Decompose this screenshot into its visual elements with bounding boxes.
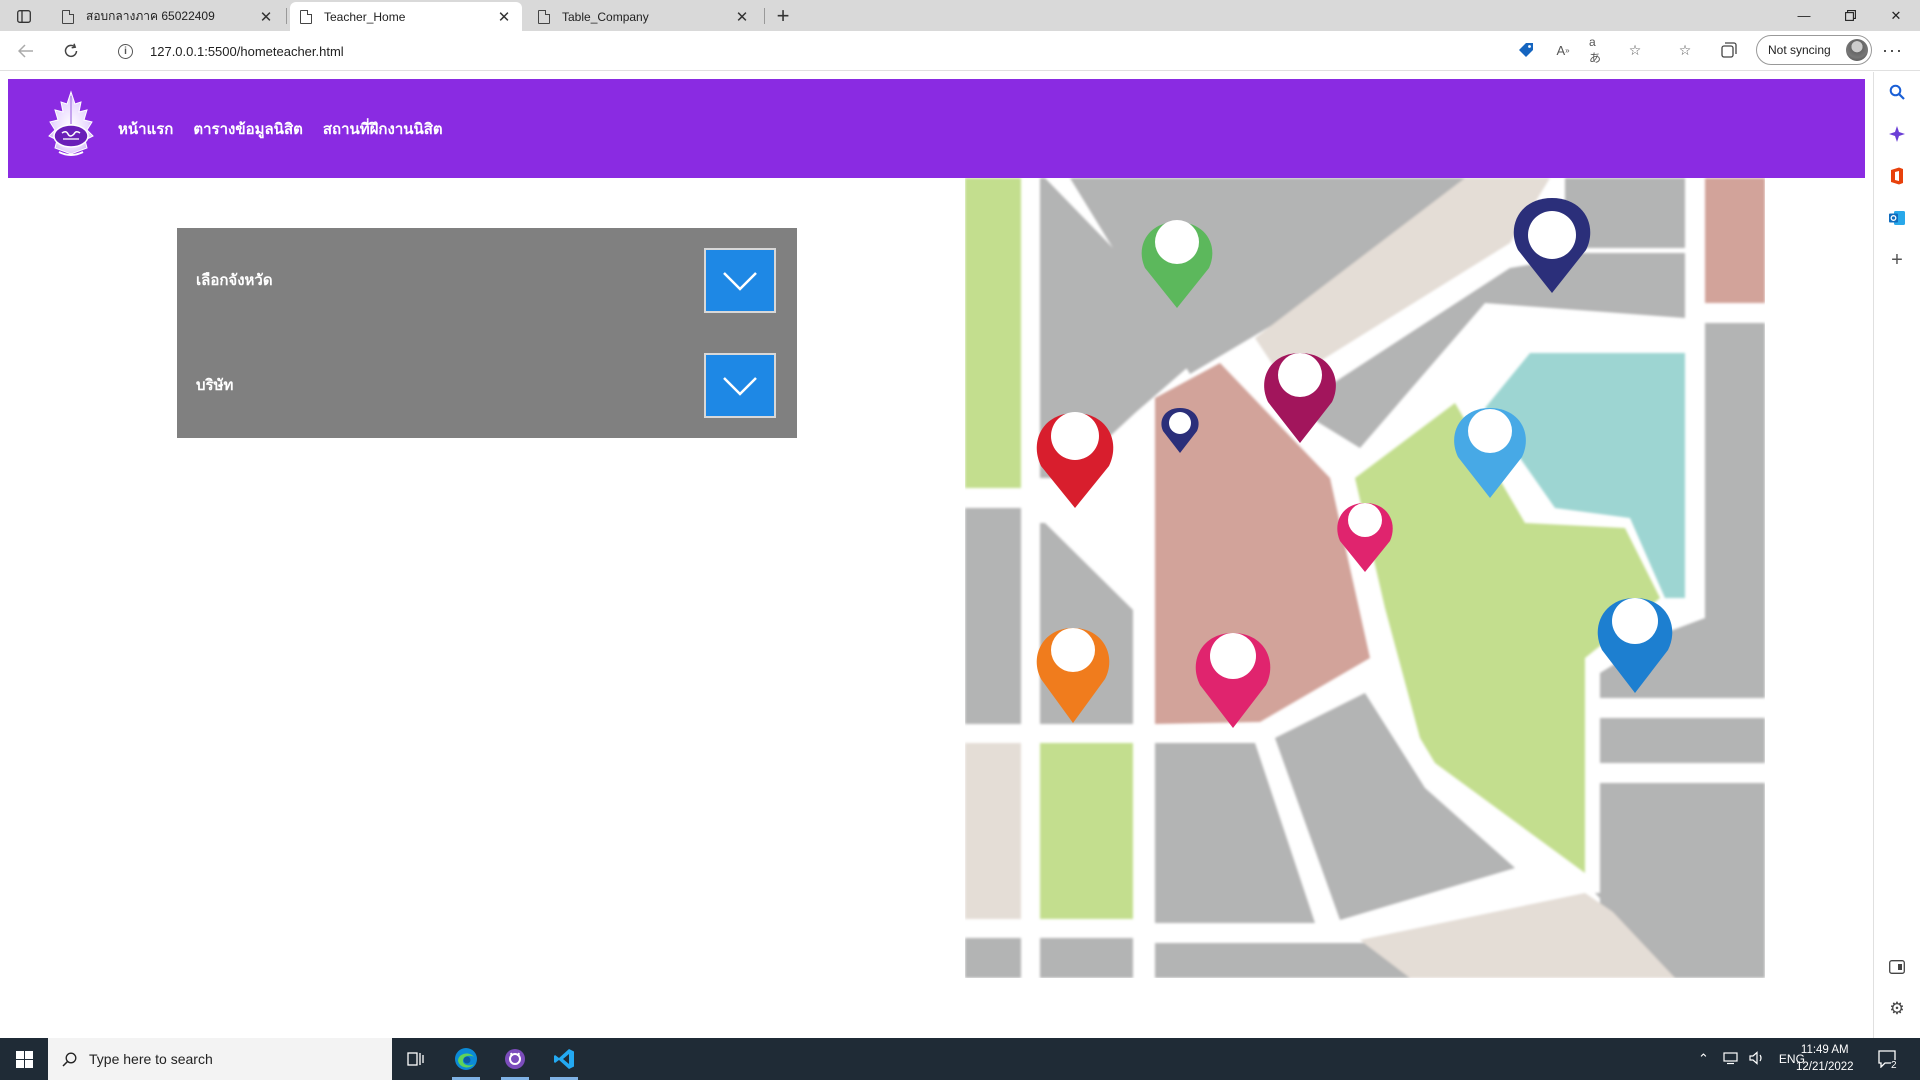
search-icon[interactable] (1887, 82, 1907, 102)
network-icon[interactable] (1723, 1051, 1739, 1068)
nav-home-link[interactable]: หน้าแรก (118, 117, 173, 141)
windows-logo-icon (15, 1050, 33, 1068)
address-bar[interactable]: i 127.0.0.1:5500/hometeacher.html (104, 36, 1509, 66)
tab-midterm[interactable]: สอบกลางภาค 65022409 ✕ (52, 2, 284, 31)
tab-close-icon[interactable]: ✕ (496, 8, 512, 26)
search-placeholder: Type here to search (89, 1051, 213, 1067)
browser-toolbar: i 127.0.0.1:5500/hometeacher.html A» aあ … (0, 31, 1920, 71)
back-button[interactable] (12, 37, 40, 65)
tab-strip: สอบกลางภาค 65022409 ✕ Teacher_Home ✕ Tab… (0, 0, 1920, 31)
tab-table-company[interactable]: Table_Company ✕ (528, 2, 760, 31)
copilot-sparkle-icon[interactable] (1887, 124, 1907, 144)
tab-divider (764, 8, 765, 24)
collections-icon[interactable] (1720, 41, 1738, 59)
translate-icon[interactable]: aあ (1589, 35, 1607, 65)
tab-close-icon[interactable]: ✕ (258, 8, 274, 26)
start-button[interactable] (0, 1038, 48, 1080)
profile-avatar (1846, 39, 1868, 61)
github-desktop-icon[interactable] (491, 1038, 539, 1080)
vscode-icon[interactable] (540, 1038, 588, 1080)
search-icon (62, 1052, 77, 1067)
notification-count-badge: 2 (1891, 1060, 1897, 1071)
province-filter-row: เลือกจังหวัด (177, 240, 797, 315)
page-icon (538, 9, 550, 24)
office-icon[interactable] (1887, 166, 1907, 186)
system-tray: ⌃ ENG (1698, 1038, 1805, 1080)
add-favorite-icon[interactable]: ☆ (1626, 41, 1644, 59)
company-label: บริษัท (196, 376, 234, 394)
add-sidebar-app-icon[interactable]: + (1887, 249, 1907, 271)
page-icon (300, 9, 312, 24)
taskbar-search-box[interactable]: Type here to search (48, 1038, 392, 1080)
company-filter-row: บริษัท (177, 345, 797, 420)
filter-panel: เลือกจังหวัด บริษัท (177, 228, 797, 438)
page-viewport: หน้าแรก ตารางข้อมูลนิสิต สถานที่ฝึกงานนิ… (0, 72, 1873, 1038)
sync-status-button[interactable]: Not syncing (1756, 35, 1872, 65)
nav-links: หน้าแรก ตารางข้อมูลนิสิต สถานที่ฝึกงานนิ… (118, 117, 463, 141)
task-view-icon[interactable] (392, 1038, 440, 1080)
new-tab-button[interactable]: + (772, 3, 794, 29)
nav-student-table-link[interactable]: ตารางข้อมูลนิสิต (193, 117, 302, 141)
read-aloud-icon[interactable]: A» (1554, 41, 1572, 59)
map-illustration (965, 178, 1765, 978)
shopping-tag-icon[interactable] (1517, 41, 1535, 59)
edge-sidebar: + ⚙ (1873, 72, 1920, 1038)
clock-time: 11:49 AM (1800, 1044, 1849, 1056)
outlook-icon[interactable] (1887, 208, 1907, 228)
chevron-down-icon (723, 271, 757, 291)
notification-center-button[interactable]: 2 (1878, 1038, 1898, 1080)
url-text: 127.0.0.1:5500/hometeacher.html (150, 43, 344, 59)
refresh-button[interactable] (57, 37, 85, 65)
tab-title: Table_Company (562, 9, 649, 24)
chevron-up-icon[interactable]: ⌃ (1698, 1051, 1709, 1067)
company-dropdown-button[interactable] (704, 353, 776, 418)
favorites-icon[interactable]: ☆ (1676, 41, 1694, 59)
settings-gear-icon[interactable]: ⚙ (1887, 999, 1907, 1019)
more-menu-icon[interactable]: ··· (1882, 40, 1903, 61)
minimize-button[interactable]: — (1782, 0, 1826, 31)
windows-taskbar: Type here to search ⌃ ENG 11:49 AM 12/21… (0, 1038, 1920, 1080)
tab-teacher-home[interactable]: Teacher_Home ✕ (290, 2, 522, 31)
tab-close-icon[interactable]: ✕ (734, 8, 750, 26)
tab-title: สอบกลางภาค 65022409 (86, 9, 215, 23)
edge-app-icon[interactable] (442, 1038, 490, 1080)
nav-internship-places-link[interactable]: สถานที่ฝึกงานนิสิต (323, 117, 443, 141)
info-icon[interactable]: i (118, 43, 133, 59)
taskbar-clock[interactable]: 11:49 AM 12/21/2022 (1796, 1042, 1854, 1076)
page-icon (62, 9, 74, 24)
restore-button[interactable] (1828, 0, 1872, 31)
province-dropdown-button[interactable] (704, 248, 776, 313)
split-screen-icon[interactable] (1887, 957, 1907, 977)
province-label: เลือกจังหวัด (196, 271, 273, 289)
university-logo (48, 90, 94, 156)
close-window-button[interactable]: ✕ (1874, 0, 1918, 31)
tab-divider (286, 8, 287, 24)
site-navbar: หน้าแรก ตารางข้อมูลนิสิต สถานที่ฝึกงานนิ… (8, 79, 1865, 178)
sync-label: Not syncing (1768, 43, 1831, 57)
tab-title: Teacher_Home (324, 9, 406, 24)
clock-date: 12/21/2022 (1796, 1061, 1854, 1073)
volume-icon[interactable] (1749, 1050, 1765, 1068)
chevron-down-icon (723, 376, 757, 396)
tab-actions-icon[interactable] (12, 6, 36, 26)
